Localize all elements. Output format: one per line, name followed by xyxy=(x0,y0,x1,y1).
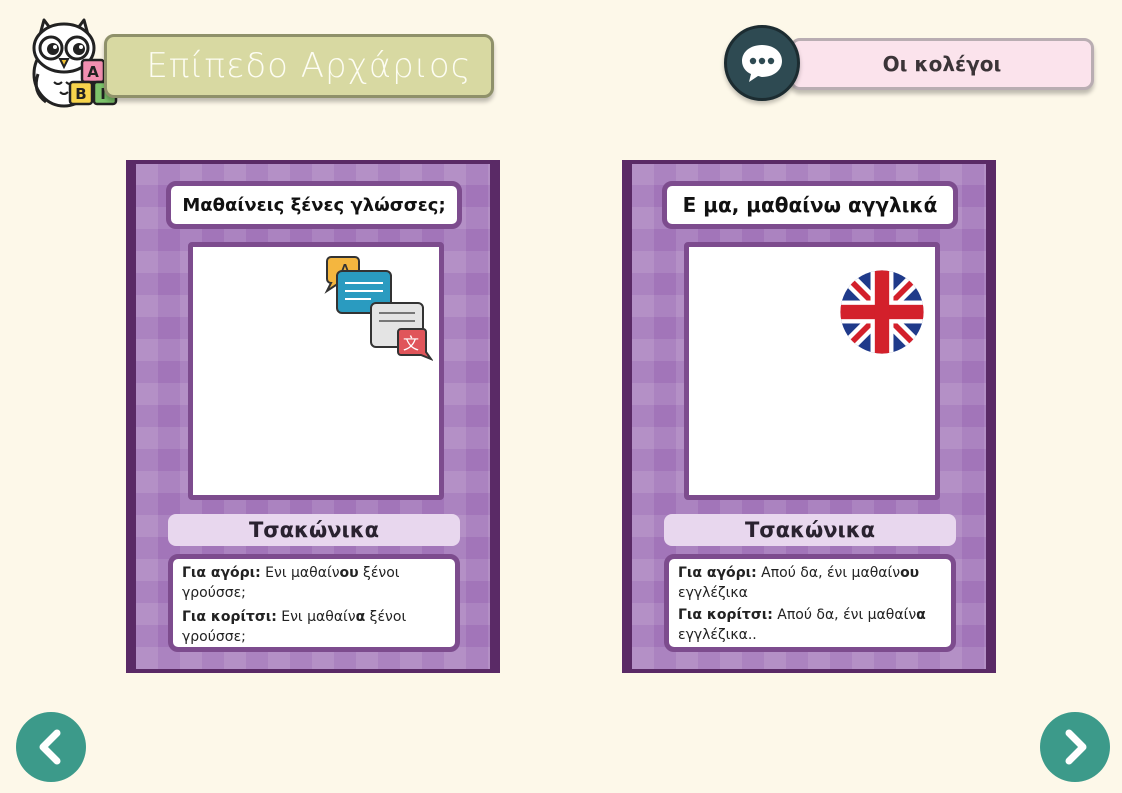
phrase-girl: Για κορίτσι: Ενι μαθαίνα ξένοι γρούσσε; xyxy=(182,607,446,647)
chat-button[interactable] xyxy=(724,25,800,101)
phrase-ending: α xyxy=(355,609,366,625)
phrase-boy: Για αγόρι: Ενι μαθαίνου ξένοι γρούσσε; xyxy=(182,563,446,603)
translate-glyph-han: 文 xyxy=(403,334,419,353)
card-image-panel xyxy=(684,242,940,500)
phrase-text: Ενι μαθαίν xyxy=(260,565,340,581)
chat-bubble-icon xyxy=(742,45,782,82)
phrase-ending: ου xyxy=(900,565,920,581)
previous-button[interactable] xyxy=(16,712,86,782)
phrase-label: Για αγόρι: xyxy=(678,565,757,581)
phrase-text: Απού δα, ένι μαθαίν xyxy=(772,607,917,623)
colleagues-button[interactable]: Οι κολέγοι xyxy=(790,38,1094,90)
chevron-left-icon xyxy=(39,729,61,765)
phrase-text: Απού δα, ένι μαθαίν xyxy=(756,565,901,581)
phrase-text: Ενι μαθαίν xyxy=(276,609,356,625)
colleagues-label: Οι κολέγοι xyxy=(882,52,1002,76)
owl-block-alpha: Α xyxy=(87,63,99,81)
flashcard-answer: Ε μα, μαθαίνω αγγλικά Τσακώνικα Για αγόρ… xyxy=(622,160,996,673)
language-label: Τσακώνικα xyxy=(664,514,956,546)
phrase-label: Για κορίτσι: xyxy=(182,609,277,625)
language-label: Τσακώνικα xyxy=(168,514,460,546)
phrase-label: Για κορίτσι: xyxy=(678,607,773,623)
uk-flag-icon xyxy=(840,270,924,354)
phrase-box: Για αγόρι: Ενι μαθαίνου ξένοι γρούσσε; Γ… xyxy=(168,554,460,652)
flashcard-question: Μαθαίνεις ξένες γλώσσες; A 文 Τσακώνικα Γ… xyxy=(126,160,500,673)
translate-icon: A 文 xyxy=(324,256,433,361)
phrase-text: εγγλέζικα.. xyxy=(678,627,757,643)
next-button[interactable] xyxy=(1040,712,1110,782)
phrase-boy: Για αγόρι: Απού δα, ένι μαθαίνου εγγλέζι… xyxy=(678,563,942,603)
card-image-panel: A 文 xyxy=(188,242,444,500)
chevron-right-icon xyxy=(1065,729,1087,765)
phrase-box: Για αγόρι: Απού δα, ένι μαθαίνου εγγλέζι… xyxy=(664,554,956,652)
level-banner: Επίπεδο Αρχάριος xyxy=(104,34,494,98)
phrase-text: εγγλέζικα xyxy=(678,585,748,601)
owl-block-beta: Β xyxy=(75,85,86,103)
level-title: Επίπεδο Αρχάριος xyxy=(146,46,472,86)
phrase-girl: Για κορίτσι: Απού δα, ένι μαθαίνα εγγλέζ… xyxy=(678,605,942,645)
phrase-label: Για αγόρι: xyxy=(182,565,261,581)
phrase-ending: ου xyxy=(339,565,359,581)
card-title: Ε μα, μαθαίνω αγγλικά xyxy=(662,181,958,229)
card-title: Μαθαίνεις ξένες γλώσσες; xyxy=(166,181,462,229)
phrase-ending: α xyxy=(916,607,926,623)
